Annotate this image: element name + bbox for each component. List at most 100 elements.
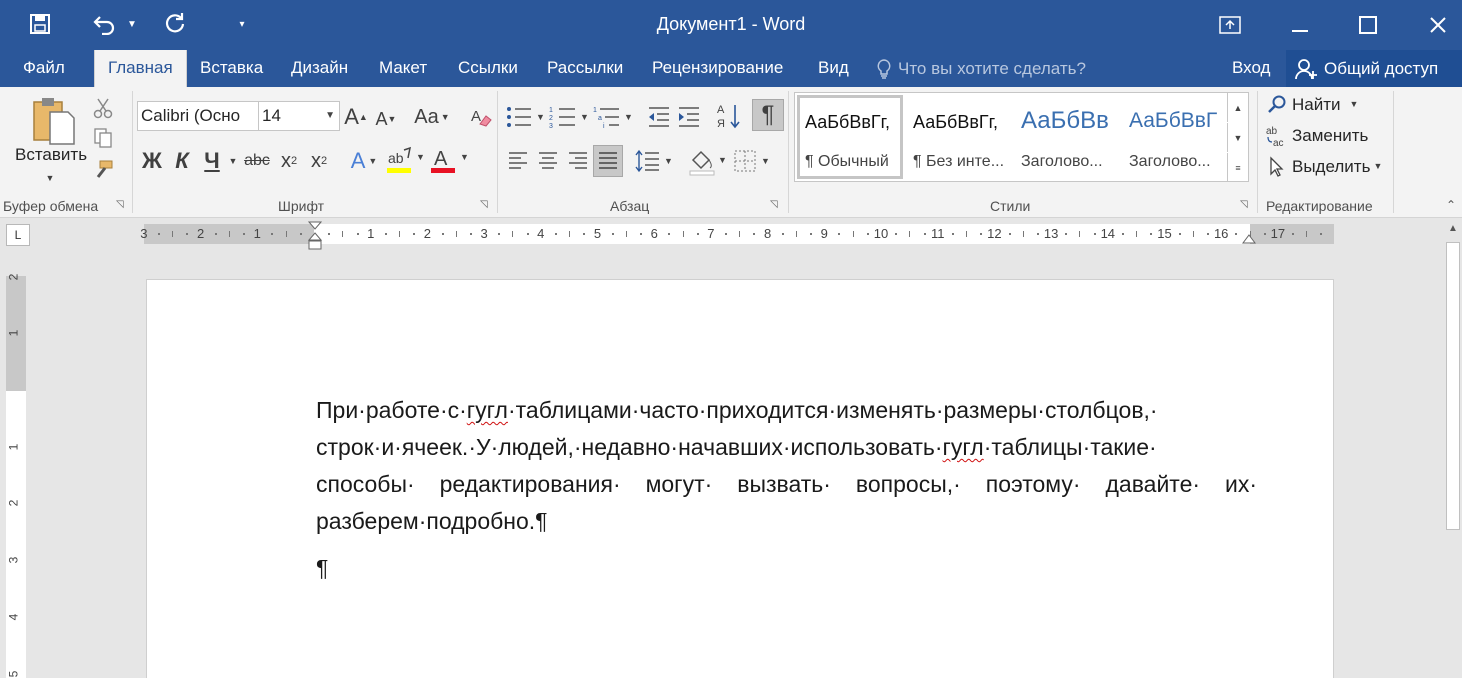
ruler-tick <box>441 233 444 235</box>
tab-references[interactable]: Ссылки <box>445 50 531 87</box>
close-icon[interactable] <box>1408 0 1462 50</box>
empty-paragraph-mark[interactable]: ¶ <box>316 555 328 582</box>
styles-launcher-icon[interactable]: ◹ <box>1240 199 1252 211</box>
sign-in-link[interactable]: Вход <box>1232 50 1270 86</box>
tab-layout[interactable]: Макет <box>366 50 440 87</box>
style-no-spacing[interactable]: АаБбВвГг, ¶ Без инте... <box>905 95 1011 179</box>
ruler-tick <box>1207 233 1210 235</box>
vruler-number: 1 <box>6 443 21 451</box>
align-center-icon[interactable] <box>535 147 561 175</box>
tab-insert[interactable]: Вставка <box>187 50 276 87</box>
gallery-more-icon[interactable]: ≡ <box>1227 153 1248 182</box>
ribbon-display-icon[interactable] <box>1200 0 1260 50</box>
style-normal[interactable]: АаБбВвГг, ¶ Обычный <box>797 95 903 179</box>
borders-icon[interactable]: ▼ <box>732 147 772 175</box>
decrease-indent-icon[interactable] <box>646 103 672 131</box>
find-icon[interactable] <box>1266 93 1288 115</box>
ruler-number: 14 <box>1100 226 1116 241</box>
shrink-font-icon[interactable]: A ▼ <box>374 105 398 133</box>
ruler-tick <box>980 233 983 235</box>
shading-icon[interactable]: ▼ <box>688 145 728 177</box>
style-heading-1[interactable]: АаБбВв Заголово... <box>1013 95 1119 179</box>
scroll-thumb[interactable] <box>1446 242 1460 530</box>
bullets-icon[interactable]: ▼ <box>504 103 546 131</box>
document-page[interactable]: При·работе·с·гугл·таблицами·часто·приход… <box>146 279 1334 678</box>
paste-label[interactable]: Вставить <box>15 145 87 165</box>
font-launcher-icon[interactable]: ◹ <box>480 199 492 211</box>
svg-text:ab: ab <box>1266 126 1278 137</box>
tell-me-box[interactable]: Что вы хотите сделать? <box>876 50 1086 87</box>
vertical-ruler[interactable]: 2 1 1 2 3 4 5 <box>6 273 26 678</box>
ruler-tick <box>271 233 274 235</box>
superscript-button[interactable]: x2 <box>306 147 332 175</box>
copy-icon[interactable] <box>90 125 116 151</box>
vertical-scrollbar[interactable]: ▲ <box>1444 218 1462 678</box>
clear-formatting-icon[interactable]: A <box>468 103 494 131</box>
change-case-icon[interactable]: Aa ▼ <box>412 103 452 131</box>
tab-home[interactable]: Главная <box>94 50 187 87</box>
tab-review[interactable]: Рецензирование <box>639 50 796 87</box>
find-dropdown-icon[interactable]: ▼ <box>1348 97 1360 111</box>
tab-view[interactable]: Вид <box>805 50 862 87</box>
ruler-tick <box>1263 233 1266 235</box>
font-size-combo[interactable]: 14 ▼ <box>258 101 340 131</box>
align-right-icon[interactable] <box>565 147 591 175</box>
ruler-tick <box>469 233 472 235</box>
replace-icon[interactable]: ab ac <box>1264 123 1290 149</box>
tab-design[interactable]: Дизайн <box>278 50 361 87</box>
misspelled-word[interactable]: гугл <box>943 434 984 460</box>
select-label[interactable]: Выделить <box>1292 157 1370 177</box>
ruler-tick <box>725 233 728 235</box>
tab-file[interactable]: Файл <box>10 50 78 87</box>
paste-dropdown-icon[interactable]: ▼ <box>40 171 60 185</box>
align-left-icon[interactable] <box>505 147 531 175</box>
clipboard-launcher-icon[interactable]: ◹ <box>116 199 128 211</box>
share-button[interactable]: Общий доступ <box>1286 50 1462 87</box>
format-painter-icon[interactable] <box>90 157 116 183</box>
line-spacing-icon[interactable]: ▼ <box>634 147 674 175</box>
numbering-icon[interactable]: 1 2 3 ▼ <box>548 103 590 131</box>
scroll-up-icon[interactable]: ▲ <box>1444 220 1462 238</box>
font-name-combo[interactable]: Calibri (Осно <box>137 101 259 131</box>
ruler-tick <box>1235 233 1238 235</box>
sort-icon[interactable]: АЯ <box>716 101 742 131</box>
multilevel-list-icon[interactable]: 1 a i ▼ <box>592 103 634 131</box>
text-effects-icon[interactable]: A ▼ <box>344 147 384 175</box>
misspelled-word[interactable]: гугл <box>467 397 508 423</box>
document-paragraph[interactable]: При·работе·с·гугл·таблицами·часто·приход… <box>316 392 1257 540</box>
bold-button[interactable]: Ж <box>139 147 165 175</box>
minimize-icon[interactable] <box>1270 0 1330 50</box>
tab-mailings[interactable]: Рассылки <box>534 50 636 87</box>
collapse-ribbon-icon[interactable]: ⌃ <box>1442 197 1460 213</box>
select-dropdown-icon[interactable]: ▼ <box>1372 159 1384 173</box>
paragraph-launcher-icon[interactable]: ◹ <box>770 199 782 211</box>
gallery-scroll-down-icon[interactable]: ▼ <box>1227 123 1248 152</box>
gallery-scroll-up-icon[interactable]: ▲ <box>1227 93 1248 122</box>
strikethrough-button[interactable]: abc <box>242 147 272 175</box>
font-color-icon[interactable]: A ▼ <box>428 145 472 177</box>
right-indent-marker[interactable] <box>1242 233 1256 245</box>
paste-icon[interactable] <box>28 93 78 147</box>
tab-selector-button[interactable]: L <box>6 224 30 246</box>
style-name: Заголово... <box>1021 153 1103 170</box>
font-size-dropdown-icon[interactable]: ▼ <box>325 102 335 130</box>
italic-button[interactable]: К <box>170 147 194 175</box>
underline-button[interactable]: Ч <box>200 147 224 175</box>
replace-label[interactable]: Заменить <box>1292 126 1368 146</box>
maximize-icon[interactable] <box>1338 0 1398 50</box>
editing-group-label: Редактирование <box>1266 198 1373 214</box>
find-label[interactable]: Найти <box>1292 95 1341 115</box>
ruler-number: 10 <box>873 226 889 241</box>
grow-font-icon[interactable]: A ▲ <box>344 103 368 131</box>
increase-indent-icon[interactable] <box>676 103 702 131</box>
indent-markers[interactable] <box>307 220 323 252</box>
highlight-icon[interactable]: ab ▼ <box>384 145 428 177</box>
cut-icon[interactable] <box>90 95 116 121</box>
justify-icon[interactable] <box>593 145 623 177</box>
style-heading-2[interactable]: АаБбВвГ Заголово... <box>1121 95 1227 179</box>
underline-dropdown-icon[interactable]: ▼ <box>226 149 240 173</box>
ruler-number: 11 <box>930 226 945 241</box>
show-formatting-marks-button[interactable]: ¶ <box>752 99 784 131</box>
select-cursor-icon[interactable] <box>1266 155 1288 179</box>
subscript-button[interactable]: x2 <box>276 147 302 175</box>
